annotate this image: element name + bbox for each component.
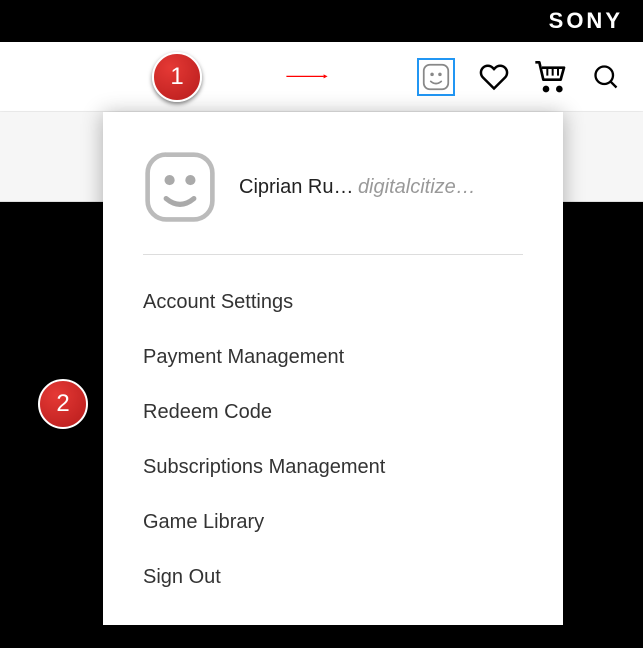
menu-game-library[interactable]: Game Library bbox=[143, 495, 523, 550]
top-brand-bar: SONY bbox=[0, 0, 643, 42]
menu-payment-management[interactable]: Payment Management bbox=[143, 330, 523, 385]
sony-logo: SONY bbox=[549, 8, 623, 34]
annotation-badge-1: 1 bbox=[152, 52, 202, 102]
user-handle: digitalcitize… bbox=[358, 176, 476, 198]
account-dropdown: Ciprian Ru… digitalcitize… Account Setti… bbox=[103, 112, 563, 625]
user-display-name: Ciprian Ru… bbox=[239, 176, 353, 198]
menu-redeem-code[interactable]: Redeem Code bbox=[143, 385, 523, 440]
annotation-badge-2: 2 bbox=[38, 379, 88, 429]
heart-icon[interactable] bbox=[477, 60, 511, 94]
menu-subscriptions-management[interactable]: Subscriptions Management bbox=[143, 440, 523, 495]
avatar-icon[interactable] bbox=[417, 58, 455, 96]
menu-sign-out[interactable]: Sign Out bbox=[143, 550, 523, 605]
search-icon[interactable] bbox=[589, 60, 623, 94]
user-profile-row[interactable]: Ciprian Ru… digitalcitize… bbox=[143, 140, 523, 255]
annotation-arrow bbox=[204, 76, 410, 80]
menu-account-settings[interactable]: Account Settings bbox=[143, 275, 523, 330]
cart-icon[interactable] bbox=[533, 60, 567, 94]
user-avatar-icon bbox=[143, 150, 217, 224]
